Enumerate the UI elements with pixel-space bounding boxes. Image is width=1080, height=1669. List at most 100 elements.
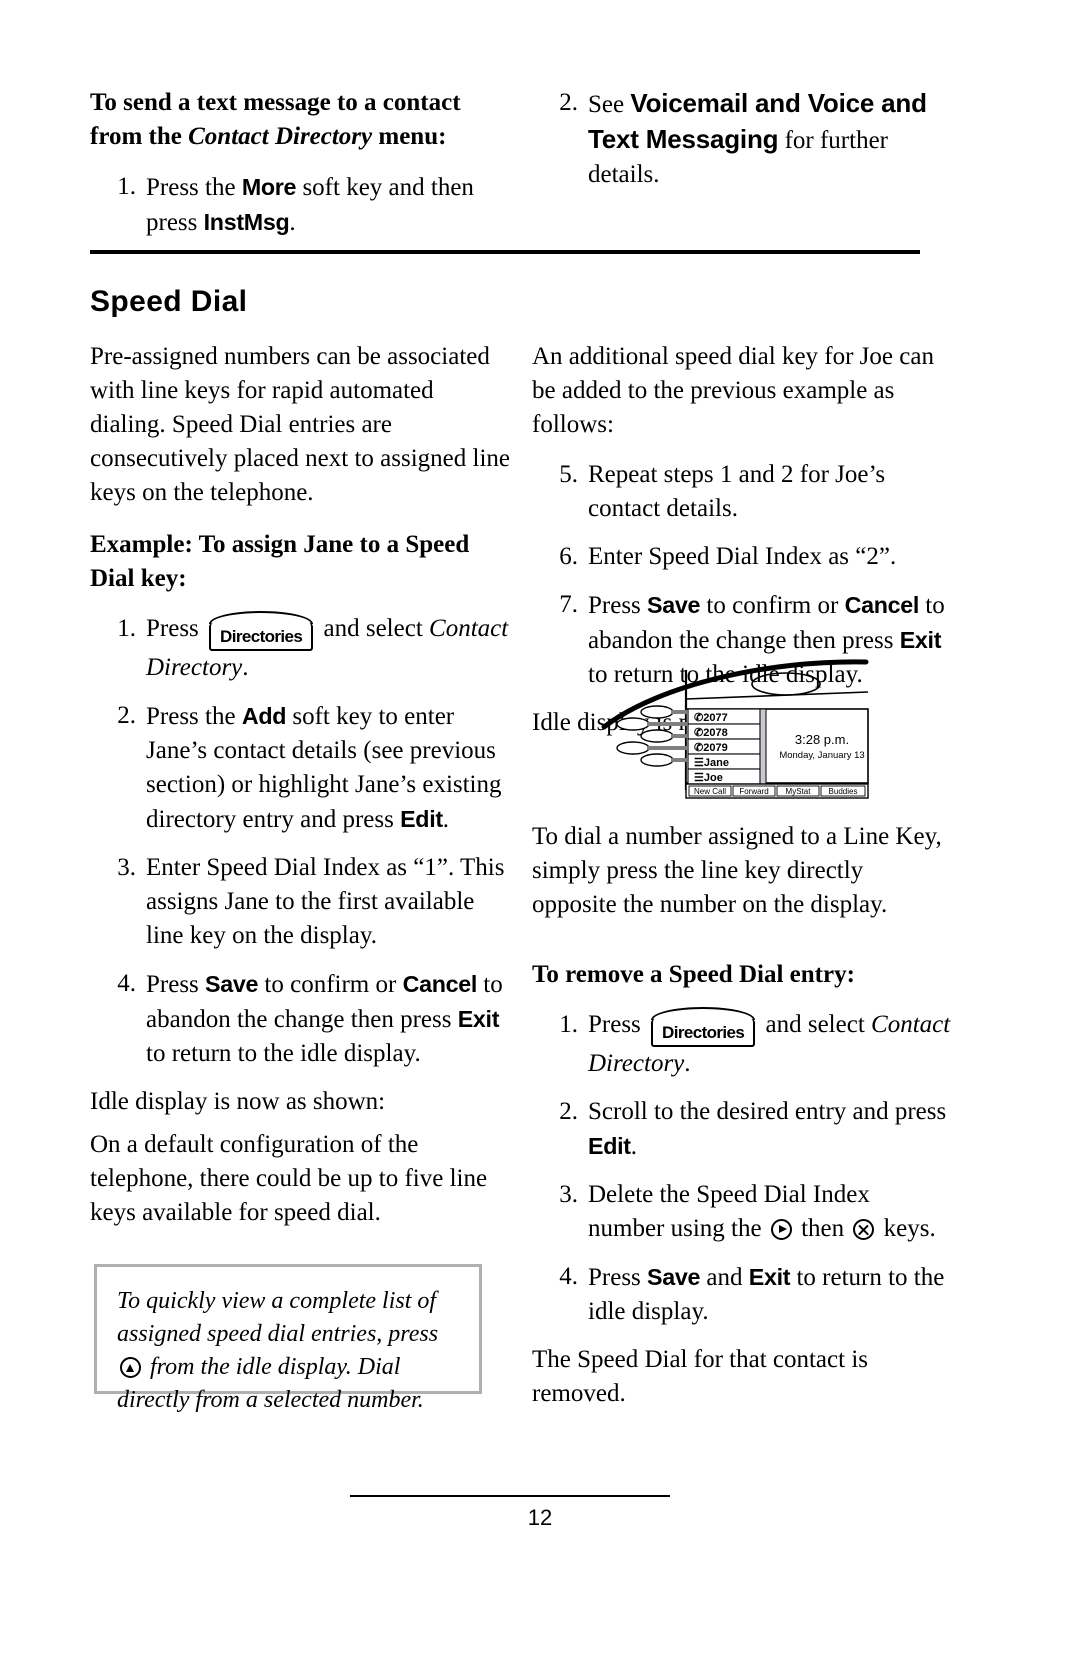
hardkey-label: Directories	[662, 1023, 745, 1042]
softkey-edit: Edit	[588, 1133, 631, 1159]
top-right-block: 2. See Voicemail and Voice and Text Messa…	[532, 86, 952, 206]
page-title: Speed Dial	[90, 285, 248, 318]
step-text: .	[630, 1133, 637, 1160]
delete-x-key-icon	[853, 1219, 875, 1240]
x-mark	[855, 1221, 872, 1238]
tip-box: To quickly view a complete list of assig…	[94, 1264, 482, 1413]
additional-intro: An additional speed dial key for Joe can…	[532, 343, 934, 438]
page-number: 12	[527, 1505, 553, 1530]
right-column-remove: To remove a Speed Dial entry: 1. Press Di…	[532, 958, 952, 1411]
phone-soft-key-row: New Call Forward MyStat Buddies	[685, 783, 869, 799]
list-item: 4. Press Save and Exit to return to the i…	[532, 1260, 952, 1329]
step-number: 6.	[559, 543, 578, 570]
line-key-label: ✆2078	[694, 727, 728, 739]
softkey-exit: Exit	[457, 1006, 500, 1032]
step-text: then	[794, 1215, 851, 1242]
list-item: 2. Scroll to the desired entry and press …	[532, 1095, 952, 1164]
right-column-lower: To dial a number assigned to a Line Key,…	[532, 820, 952, 922]
example-step-list: 1. Press Directories and select Contact D…	[90, 611, 510, 1071]
nav-right-arrow-key-icon	[770, 1219, 792, 1240]
left-column-note: On a default configuration of the teleph…	[90, 1128, 510, 1230]
phone-shell-line	[685, 691, 869, 700]
step-text: Repeat steps 1 and 2 for Joe’s contact d…	[588, 461, 886, 522]
softkey-save: Save	[205, 971, 259, 997]
footer-divider	[350, 1495, 670, 1497]
directories-hard-key[interactable]: Directories	[209, 611, 314, 651]
step-text: keys.	[877, 1215, 936, 1242]
step-text: Enter Speed Dial Index as “2”.	[588, 543, 897, 570]
idle-display-caption: Idle display is now as shown:	[90, 1088, 386, 1115]
soft-key-label: New Call	[694, 787, 726, 796]
hardkey-arch	[209, 611, 314, 624]
top-left-step-list: 1. Press the More soft key and then press…	[90, 170, 510, 240]
list-item: 1. Press Directories and select Contact D…	[532, 1007, 952, 1081]
step-number: 7.	[559, 591, 578, 618]
step-text: Press the	[146, 703, 242, 730]
list-item: 4. Press Save to confirm or Cancel to aba…	[90, 967, 510, 1071]
step-text: Press	[588, 592, 648, 619]
top-left-block: To send a text message to a contact from…	[90, 86, 510, 254]
soft-key-label: Buddies	[829, 787, 858, 796]
softkey-instmsg: InstMsg	[203, 209, 290, 235]
step-text: and	[700, 1264, 749, 1291]
phone-illustration-svg: ✆2077 ✆2078 ✆2079 ☰Jane ☰Joe 3:28 p.m. M…	[601, 659, 869, 799]
step-text: Press	[146, 615, 206, 642]
example-heading: Example: To assign Jane to a Speed Dial …	[90, 531, 470, 592]
step-number: 2.	[559, 1098, 578, 1125]
intro-paragraph: Pre-assigned numbers can be associated w…	[90, 343, 511, 506]
removed-note: The Speed Dial for that contact is remov…	[532, 1346, 868, 1407]
list-item: 2. See Voicemail and Voice and Text Messa…	[532, 86, 952, 192]
hardkey-label: Directories	[220, 627, 303, 646]
list-item: 5. Repeat steps 1 and 2 for Joe’s contact…	[532, 458, 952, 526]
nav-up-arrow-key-icon	[120, 1357, 141, 1378]
step-number: 3.	[117, 854, 136, 881]
triangle-right	[778, 1225, 787, 1233]
step-text: .	[684, 1050, 691, 1077]
top-left-heading: To send a text message to a contact from…	[90, 86, 510, 154]
phone-line-key-labels: ✆2077 ✆2078 ✆2079 ☰Jane ☰Joe	[687, 708, 767, 785]
dial-note: To dial a number assigned to a Line Key,…	[532, 823, 942, 918]
soft-key-label: MyStat	[786, 787, 812, 796]
phone-time: 3:28 p.m.	[795, 732, 849, 747]
step-text: .	[442, 806, 450, 833]
softkey-save: Save	[647, 1264, 701, 1290]
step-text: to confirm or	[258, 971, 403, 998]
tip-text-1: To quickly view a complete list of assig…	[117, 1288, 439, 1347]
remove-heading: To remove a Speed Dial entry:	[532, 961, 855, 988]
step-text: Press	[146, 971, 206, 998]
step-text: and select	[759, 1011, 872, 1038]
step-text: Enter Speed Dial Index as “1”. This assi…	[146, 854, 505, 949]
softkey-add: Add	[241, 703, 287, 729]
step-number: 1.	[117, 173, 136, 200]
list-item: 1. Press Directories and select Contact D…	[90, 611, 510, 685]
list-item: 3. Delete the Speed Dial Index number usi…	[532, 1178, 952, 1246]
line-key-label: ☰Jane	[694, 757, 729, 769]
hardkey-arch	[651, 1007, 756, 1020]
default-config-note: On a default configuration of the teleph…	[90, 1131, 488, 1226]
softkey-save: Save	[647, 592, 701, 618]
list-item: 3. Enter Speed Dial Index as “1”. This as…	[90, 851, 510, 953]
left-column: Pre-assigned numbers can be associated w…	[90, 340, 510, 1119]
phone-date: Monday, January 13	[779, 750, 864, 761]
step-text: .	[242, 654, 249, 681]
step-text: and select	[317, 615, 430, 642]
tip-text-2: from the idle display. Dial directly fro…	[117, 1354, 424, 1413]
step-text: Press	[588, 1264, 648, 1291]
line-key-label: ✆2079	[694, 742, 728, 754]
list-item: 6. Enter Speed Dial Index as “2”.	[532, 540, 952, 574]
step-number: 5.	[559, 461, 578, 488]
directories-hard-key[interactable]: Directories	[651, 1007, 756, 1047]
step-number: 2.	[559, 89, 578, 116]
step-number: 4.	[559, 1263, 578, 1290]
step-number: 4.	[117, 970, 136, 997]
step-text: to confirm or	[700, 592, 845, 619]
list-item: 2. Press the Add soft key to enter Jane’s…	[90, 699, 510, 837]
soft-key-label: Forward	[739, 787, 768, 796]
top-right-step-list: 2. See Voicemail and Voice and Text Messa…	[532, 86, 952, 192]
tip-text: To quickly view a complete list of assig…	[117, 1285, 459, 1417]
softkey-cancel: Cancel	[402, 971, 478, 997]
list-item: 1. Press the More soft key and then press…	[90, 170, 510, 240]
step-number: 3.	[559, 1181, 578, 1208]
softkey-edit: Edit	[400, 806, 443, 832]
step-text: to return to the idle display.	[146, 1040, 421, 1067]
